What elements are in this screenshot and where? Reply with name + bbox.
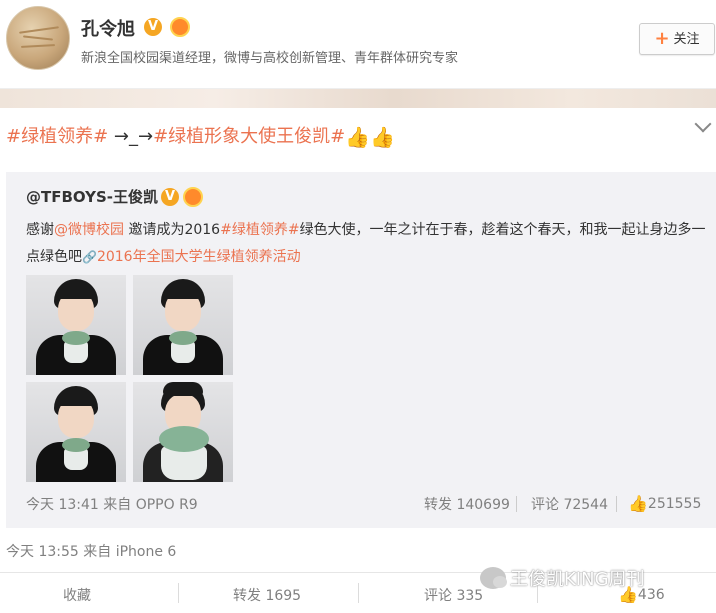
vip-badge-icon: [183, 187, 203, 207]
repost-like-button[interactable]: 👍251555: [628, 494, 701, 513]
profile-name[interactable]: 孔令旭: [81, 15, 135, 41]
photo-thumbnail[interactable]: [26, 382, 126, 482]
repost-time[interactable]: 今天 13:41: [26, 497, 99, 513]
repost-like-count: 251555: [647, 496, 702, 512]
repost-text-segment: 感谢: [26, 222, 54, 238]
photo-thumbnail[interactable]: [133, 275, 233, 375]
avatar[interactable]: [6, 6, 70, 70]
divider: [178, 583, 179, 603]
repost-text: 感谢@微博校园 邀请成为2016#绿植领养#绿色大使，一年之计在于春，趁着这个春…: [26, 217, 706, 271]
post-text: #绿植领养# →_→#绿植形象大使王俊凯#👍👍: [6, 122, 395, 149]
activity-link[interactable]: 2016年全国大学生绿植领养活动: [97, 249, 301, 265]
repost-card: @TFBOYS-王俊凯 V 感谢@微博校园 邀请成为2016#绿植领养#绿色大使…: [6, 172, 716, 528]
verified-icon: V: [161, 188, 179, 206]
post-time[interactable]: 今天 13:55: [6, 544, 79, 560]
thumbs-up-icon: 👍: [628, 494, 648, 513]
repost-comment-button[interactable]: 评论 72544: [531, 494, 608, 514]
divider: [516, 496, 517, 512]
vip-badge-icon: [170, 17, 190, 37]
repost-meta: 今天 13:41 来自 OPPO R9: [26, 494, 198, 514]
post-source: 来自 iPhone 6: [83, 544, 177, 560]
chevron-down-icon[interactable]: [694, 115, 712, 133]
profile-header: 孔令旭 V 新浪全国校园渠道经理，微博与高校创新管理、青年群体研究专家 + 关注: [0, 0, 716, 88]
follow-button[interactable]: + 关注: [639, 23, 715, 55]
hashtag-link[interactable]: #绿植形象大使王俊凯#: [153, 126, 345, 147]
plus-icon: +: [654, 28, 670, 49]
forward-button[interactable]: 转发 1695: [233, 585, 301, 605]
repost-author[interactable]: @TFBOYS-王俊凯: [26, 186, 158, 207]
repost-forward-button[interactable]: 转发 140699: [424, 494, 510, 514]
photo-thumbnail[interactable]: [26, 275, 126, 375]
watermark: 王俊凯KING周刊: [480, 565, 645, 591]
favorite-button[interactable]: 收藏: [63, 585, 91, 605]
hashtag-link[interactable]: #绿植领养#: [6, 126, 108, 147]
watermark-text: 王俊凯KING周刊: [510, 569, 645, 590]
verified-icon: V: [144, 18, 162, 36]
link-icon: 🔗: [82, 250, 97, 264]
divider: [616, 496, 617, 512]
hashtag-link[interactable]: #绿植领养#: [220, 222, 299, 238]
mention-link[interactable]: @微博校园: [54, 222, 124, 238]
repost-text-segment: 邀请成为2016: [124, 222, 221, 238]
post-body-text: →_→: [108, 126, 154, 147]
thumbs-up-emoji-icon: 👍👍: [345, 125, 396, 149]
wechat-icon: [480, 567, 507, 589]
divider: [358, 583, 359, 603]
comment-button[interactable]: 评论 335: [424, 585, 483, 605]
repost-source: 来自 OPPO R9: [103, 497, 198, 513]
follow-label: 关注: [673, 32, 700, 47]
post-meta: 今天 13:55 来自 iPhone 6: [6, 541, 176, 561]
photo-thumbnail[interactable]: [133, 382, 233, 482]
profile-bio: 新浪全国校园渠道经理，微博与高校创新管理、青年群体研究专家: [81, 51, 459, 66]
cover-strip: [0, 88, 716, 108]
